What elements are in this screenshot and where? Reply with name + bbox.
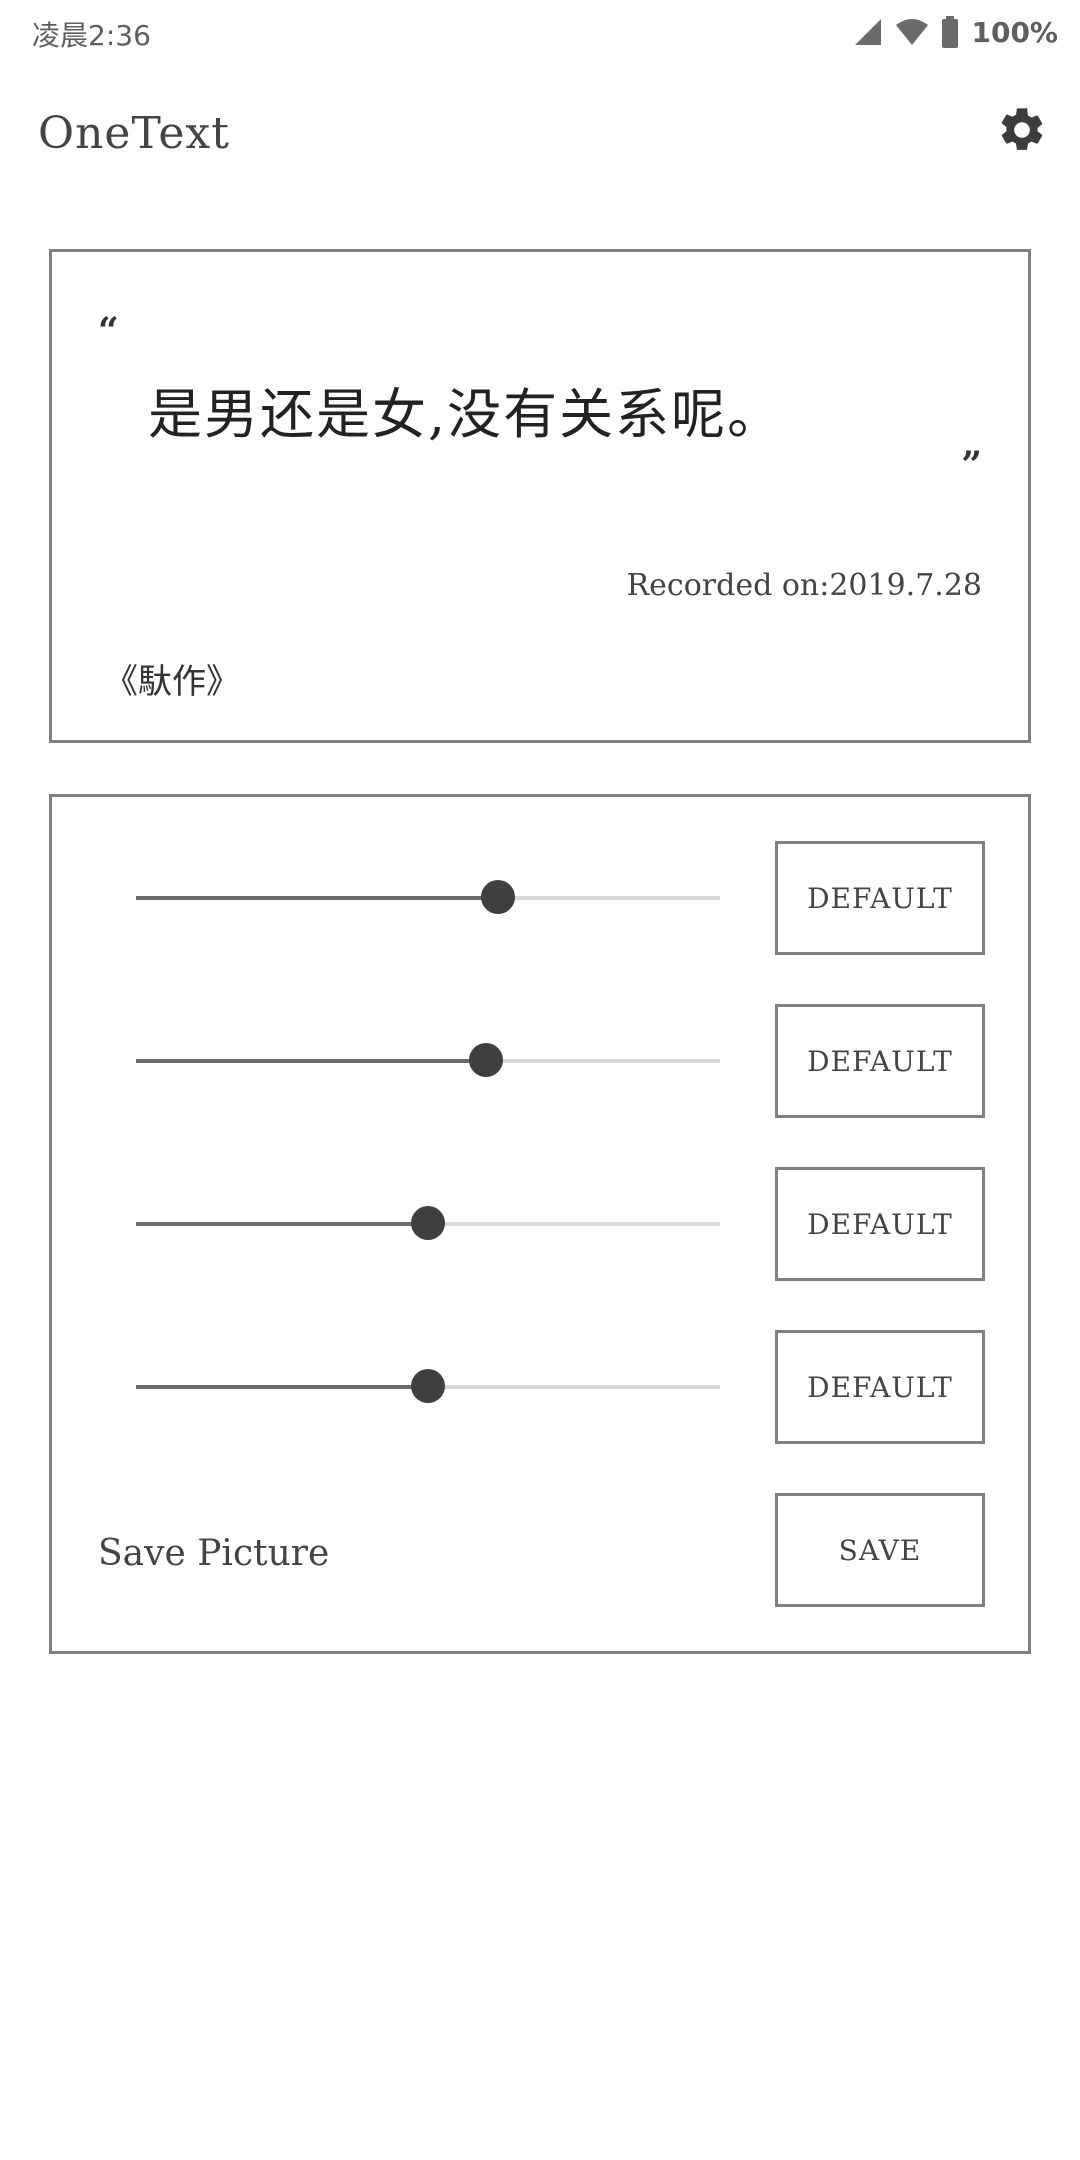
default-button-4[interactable]: DEFAULT bbox=[775, 1330, 985, 1444]
slider-fill bbox=[136, 1059, 487, 1063]
slider-thumb[interactable] bbox=[411, 1369, 445, 1403]
battery-percentage: 100% bbox=[971, 15, 1058, 49]
slider-fill bbox=[136, 1222, 428, 1226]
wifi-icon bbox=[896, 19, 929, 45]
save-picture-label: Save Picture bbox=[98, 1533, 330, 1574]
default-button-2[interactable]: DEFAULT bbox=[775, 1004, 985, 1118]
default-button-1[interactable]: DEFAULT bbox=[775, 841, 985, 955]
slider-2[interactable] bbox=[136, 1043, 720, 1077]
signal-icon bbox=[855, 19, 882, 45]
gear-icon bbox=[1001, 108, 1043, 150]
slider-fill bbox=[136, 1385, 428, 1389]
controls-card: DEFAULT DEFAULT DEFAULT DEFAULT Save Pic… bbox=[49, 794, 1031, 1654]
quote-source: 《馱作》 bbox=[104, 662, 240, 702]
slider-row-1: DEFAULT bbox=[52, 841, 1028, 955]
open-quote-mark: “ bbox=[98, 310, 119, 352]
quote-card: “ 是男还是女,没有关系呢。 ” Recorded on:2019.7.28 《… bbox=[49, 249, 1031, 743]
slider-thumb[interactable] bbox=[481, 880, 516, 914]
slider-row-3: DEFAULT bbox=[52, 1167, 1028, 1281]
slider-row-2: DEFAULT bbox=[52, 1004, 1028, 1118]
status-icons: 100% bbox=[853, 14, 1058, 50]
slider-thumb[interactable] bbox=[469, 1043, 504, 1077]
recorded-date: Recorded on:2019.7.28 bbox=[626, 568, 982, 603]
close-quote-mark: ” bbox=[961, 444, 982, 486]
slider-3[interactable] bbox=[136, 1206, 720, 1240]
settings-button[interactable] bbox=[996, 104, 1048, 156]
status-time: 凌晨2:36 bbox=[32, 19, 151, 52]
status-bar: 凌晨2:36 100% bbox=[0, 0, 1080, 64]
save-button[interactable]: SAVE bbox=[775, 1493, 985, 1607]
slider-1[interactable] bbox=[136, 880, 720, 914]
slider-thumb[interactable] bbox=[411, 1206, 445, 1240]
slider-4[interactable] bbox=[136, 1369, 720, 1403]
default-button-3[interactable]: DEFAULT bbox=[775, 1167, 985, 1281]
battery-icon bbox=[942, 16, 959, 48]
slider-row-4: DEFAULT bbox=[52, 1330, 1028, 1444]
app-title: OneText bbox=[38, 108, 230, 159]
quote-text: 是男还是女,没有关系呢。 bbox=[148, 383, 784, 446]
slider-fill bbox=[136, 896, 499, 900]
